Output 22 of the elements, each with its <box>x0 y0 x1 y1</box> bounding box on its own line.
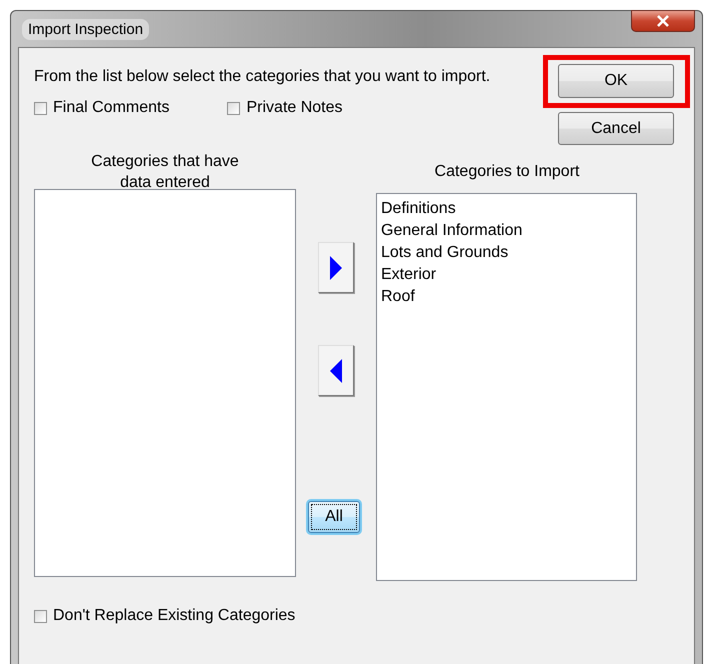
list-heading: Categories that have data entered <box>90 152 240 189</box>
checkbox-option[interactable]: Don't Replace Existing Categories <box>34 607 674 625</box>
instruction-text: From the list below select the categories that you want to import. <box>34 68 490 86</box>
list-item[interactable]: Lots and Grounds <box>381 242 632 264</box>
window-title: Import Inspection <box>22 18 150 40</box>
close-button[interactable] <box>631 10 695 32</box>
list-item[interactable]: General Information <box>381 220 632 242</box>
cancel-button[interactable]: Cancel <box>558 112 674 145</box>
target-listbox[interactable]: Definitions General Information Lots and Grounds Exterior Roof <box>376 193 637 581</box>
all-button[interactable]: All <box>308 501 360 533</box>
ok-button[interactable]: OK <box>558 64 674 98</box>
checkbox-option[interactable]: Final Comments <box>34 99 170 117</box>
left-triangle-icon <box>330 358 342 382</box>
list-item[interactable]: Exterior <box>381 264 632 286</box>
close-icon <box>656 15 670 27</box>
move-right-button[interactable] <box>318 242 354 293</box>
move-left-button[interactable] <box>318 345 354 396</box>
right-triangle-icon <box>330 256 342 280</box>
list-item[interactable]: Definitions <box>381 198 632 220</box>
list-heading: Categories to Import <box>434 162 580 182</box>
checkbox-option[interactable]: Private Notes <box>227 99 343 117</box>
list-item[interactable]: Roof <box>381 286 632 308</box>
